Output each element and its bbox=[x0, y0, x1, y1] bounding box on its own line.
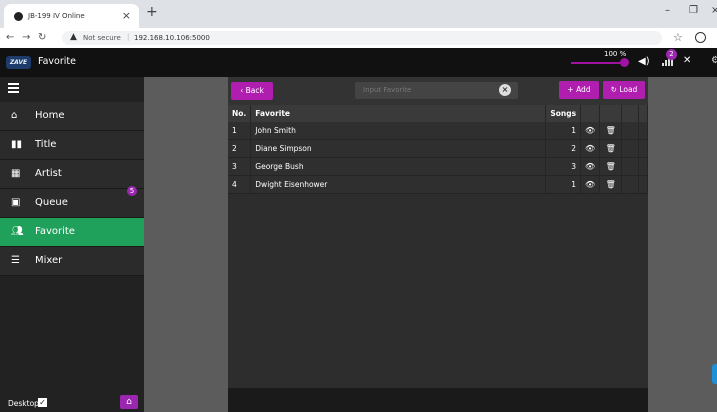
favorite-search-input[interactable]: Input Favorite × bbox=[355, 82, 518, 99]
column-header-songs: Songs bbox=[545, 105, 582, 122]
close-window-icon[interactable]: × bbox=[711, 5, 717, 16]
sidebar-item-label: Title bbox=[35, 139, 57, 150]
song-count: 1 bbox=[545, 175, 582, 194]
table-row[interactable]: 1 John Smith 1 👁︎ 🗑︎ bbox=[228, 122, 648, 140]
add-button-label: Add bbox=[576, 85, 591, 94]
new-tab-icon[interactable]: + bbox=[146, 4, 158, 20]
favicon-icon bbox=[14, 12, 23, 21]
favorite-name: George Bush bbox=[250, 157, 547, 176]
column-header-no: No. bbox=[228, 105, 252, 122]
app-logo: ZAVE bbox=[6, 56, 31, 69]
favorite-panel: ‹ Back Input Favorite × + Add ↻ Load No.… bbox=[228, 77, 648, 412]
tab-title: JB-199 IV Online bbox=[28, 12, 85, 20]
volume-slider[interactable] bbox=[571, 62, 626, 64]
sidebar-menu: ⌂ Home ▮▮ Title ▦ Artist ▣ Queue 5 👥︎ Fa… bbox=[0, 102, 144, 276]
hamburger-menu-icon[interactable] bbox=[8, 83, 19, 95]
app-header: ZAVE Favorite 100 % ◀) 2 ✕ ⚙ bbox=[0, 48, 717, 77]
queue-icon: ▣ bbox=[11, 197, 21, 208]
sidebar-item-label: Home bbox=[35, 110, 65, 121]
trash-icon[interactable]: 🗑︎ bbox=[599, 175, 623, 194]
load-button[interactable]: ↻ Load bbox=[603, 81, 645, 99]
table-header-row: No. Favorite Songs bbox=[228, 105, 648, 122]
plus-icon: + bbox=[567, 85, 577, 94]
settings-icon[interactable]: ⚙ bbox=[711, 55, 717, 66]
panel-footer bbox=[228, 388, 648, 412]
sidebar-item-title[interactable]: ▮▮ Title bbox=[0, 131, 144, 160]
clear-search-icon[interactable]: × bbox=[499, 84, 511, 96]
favorite-name: Diane Simpson bbox=[250, 139, 547, 158]
bookmark-star-icon[interactable]: ☆ bbox=[673, 31, 683, 44]
page-title: Favorite bbox=[38, 56, 76, 67]
tab-close-icon[interactable]: × bbox=[122, 9, 131, 22]
security-label: Not secure bbox=[83, 34, 121, 42]
sliders-icon: ☰ bbox=[11, 255, 20, 266]
sidebar-item-queue[interactable]: ▣ Queue 5 bbox=[0, 186, 144, 218]
add-favorite-button[interactable]: + Add bbox=[559, 81, 599, 99]
queue-count-badge: 5 bbox=[127, 186, 137, 196]
browser-tab-strip: JB-199 IV Online × + – ❐ × bbox=[0, 0, 717, 28]
trash-icon[interactable]: 🗑︎ bbox=[599, 122, 623, 140]
url-field[interactable]: ▲ Not secure | 192.168.10.106:5000 bbox=[62, 31, 662, 45]
url-separator: | bbox=[127, 33, 130, 41]
row-number: 1 bbox=[228, 122, 252, 140]
favorite-name: John Smith bbox=[250, 122, 547, 140]
back-button-label: Back bbox=[245, 86, 264, 95]
reload-icon[interactable]: ↻ bbox=[38, 32, 46, 43]
signal-badge: 2 bbox=[666, 49, 677, 60]
row-number: 4 bbox=[228, 175, 252, 194]
fullscreen-icon[interactable]: ✕ bbox=[683, 55, 691, 66]
sidebar-item-label: Queue bbox=[35, 197, 68, 208]
load-button-label: Load bbox=[619, 85, 638, 94]
favorite-toolbar: ‹ Back Input Favorite × + Add ↻ Load bbox=[228, 77, 648, 105]
favorite-table: No. Favorite Songs 1 John Smith 1 👁︎ 🗑︎ … bbox=[228, 105, 648, 194]
forward-arrow-icon[interactable]: → bbox=[22, 32, 30, 43]
column-header-favorite: Favorite bbox=[250, 105, 547, 122]
song-count: 1 bbox=[545, 122, 582, 140]
users-icon: 👥︎ bbox=[11, 226, 24, 237]
search-placeholder: Input Favorite bbox=[363, 86, 412, 94]
trash-icon[interactable]: 🗑︎ bbox=[599, 157, 623, 176]
warning-icon: ▲ bbox=[70, 32, 77, 42]
sidebar-item-label: Favorite bbox=[35, 226, 75, 237]
address-bar-row: ← → ↻ ▲ Not secure | 192.168.10.106:5000… bbox=[0, 28, 717, 49]
url-text: 192.168.10.106:5000 bbox=[134, 34, 210, 42]
home-button[interactable]: ⌂ bbox=[120, 395, 138, 409]
eye-icon[interactable]: 👁︎ bbox=[580, 175, 601, 194]
song-count: 2 bbox=[545, 139, 582, 158]
sidebar-item-label: Artist bbox=[35, 168, 62, 179]
restore-icon[interactable]: ❐ bbox=[689, 5, 698, 16]
volume-slider-handle[interactable] bbox=[620, 58, 629, 67]
sidebar-item-artist[interactable]: ▦ Artist bbox=[0, 160, 144, 189]
eye-icon[interactable]: 👁︎ bbox=[580, 139, 601, 158]
sidebar-item-mixer[interactable]: ☰ Mixer bbox=[0, 247, 144, 276]
eye-icon[interactable]: 👁︎ bbox=[580, 122, 601, 140]
table-row[interactable]: 4 Dwight Eisenhower 1 👁︎ 🗑︎ bbox=[228, 175, 648, 194]
desktop-label: Desktop bbox=[8, 399, 39, 408]
eye-icon[interactable]: 👁︎ bbox=[580, 157, 601, 176]
sidebar: ⌂ Home ▮▮ Title ▦ Artist ▣ Queue 5 👥︎ Fa… bbox=[0, 77, 144, 412]
desktop-checkbox[interactable]: ✓ bbox=[38, 398, 47, 407]
book-icon: ▮▮ bbox=[11, 139, 23, 150]
side-panel-tab[interactable] bbox=[712, 364, 717, 384]
home-icon: ⌂ bbox=[11, 110, 18, 121]
browser-tab[interactable]: JB-199 IV Online × bbox=[4, 4, 139, 28]
row-number: 2 bbox=[228, 139, 252, 158]
speaker-icon[interactable]: ◀) bbox=[638, 56, 650, 67]
favorite-name: Dwight Eisenhower bbox=[250, 175, 547, 194]
volume-label: 100 % bbox=[604, 50, 627, 58]
back-arrow-icon[interactable]: ← bbox=[6, 32, 14, 43]
account-icon[interactable] bbox=[695, 32, 706, 43]
sidebar-item-home[interactable]: ⌂ Home bbox=[0, 102, 144, 131]
table-row[interactable]: 3 George Bush 3 👁︎ 🗑︎ bbox=[228, 157, 648, 176]
sidebar-item-label: Mixer bbox=[35, 255, 63, 266]
sidebar-item-favorite[interactable]: 👥︎ Favorite bbox=[0, 218, 144, 247]
back-button[interactable]: ‹ Back bbox=[231, 82, 273, 100]
trash-icon[interactable]: 🗑︎ bbox=[599, 139, 623, 158]
song-count: 3 bbox=[545, 157, 582, 176]
table-icon: ▦ bbox=[11, 168, 21, 179]
minimize-icon[interactable]: – bbox=[665, 5, 670, 16]
row-number: 3 bbox=[228, 157, 252, 176]
table-row[interactable]: 2 Diane Simpson 2 👁︎ 🗑︎ bbox=[228, 139, 648, 158]
